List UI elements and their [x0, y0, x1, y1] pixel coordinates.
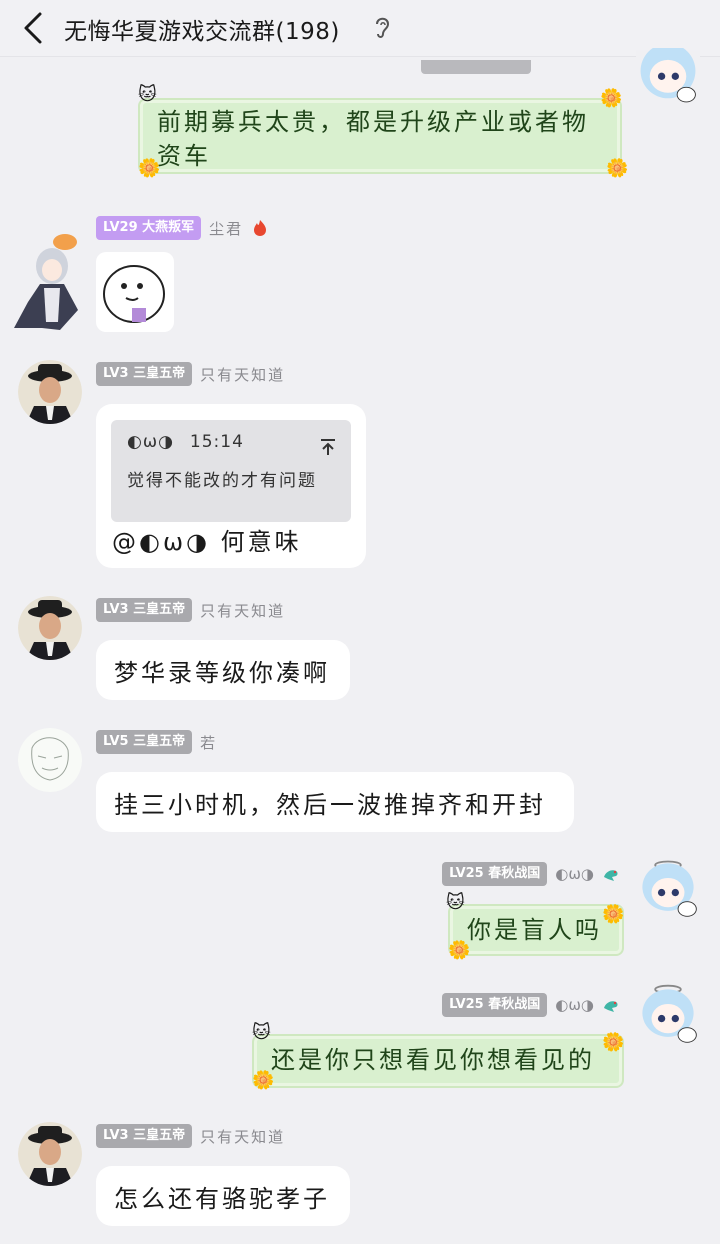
message-meta: LV25 春秋战国 ◐ω◑	[442, 992, 620, 1018]
nickname[interactable]: 只有天知道	[200, 1126, 285, 1147]
message-text: 挂三小时机，然后一波推掉齐和开封	[114, 791, 546, 819]
level-badge[interactable]: LV3 三皇五帝	[96, 362, 193, 386]
chat-title[interactable]: 无悔华夏游戏交流群(198)	[64, 12, 340, 46]
quote-author: ◐ω◑	[127, 432, 174, 452]
partial-badge	[421, 60, 531, 74]
ear-icon[interactable]	[373, 14, 391, 40]
back-arrow-icon[interactable]	[20, 10, 50, 46]
avatar-self[interactable]	[636, 982, 706, 1052]
nickname[interactable]: 若	[200, 732, 217, 753]
cat-decoration-icon: 🐱	[138, 84, 157, 105]
message-bubble-self[interactable]: 前期募兵太贵，都是升级产业或者物资车	[140, 100, 620, 172]
nickname[interactable]: ◐ω◑	[555, 996, 594, 1014]
chat-header: 无悔华夏游戏交流群(198)	[0, 0, 720, 57]
dragon-icon	[604, 870, 618, 881]
flower-decoration-icon: 🌼	[602, 904, 625, 925]
flower-decoration-icon: 🌼	[602, 1032, 625, 1053]
message-bubble[interactable]: 梦华录等级你凑啊	[96, 640, 350, 700]
flower-decoration-icon: 🌼	[138, 158, 161, 179]
message-meta: LV29 大燕叛军 尘君	[96, 215, 269, 241]
message-bubble-quote[interactable]: ◐ω◑ 15:14 觉得不能改的才有问题 @◐ω◑ 何意味	[96, 404, 366, 568]
flower-decoration-icon: 🌼	[600, 88, 623, 109]
quote-text: 觉得不能改的才有问题	[127, 471, 317, 491]
level-badge[interactable]: LV25 春秋战国	[442, 993, 548, 1017]
message-text: 前期募兵太贵，都是升级产业或者物资车	[157, 108, 589, 170]
quote-time: 15:14	[189, 432, 244, 452]
avatar-zhiyoutianzhidao[interactable]	[18, 360, 82, 424]
fire-icon	[254, 220, 267, 236]
quote-collapse-icon[interactable]	[319, 438, 337, 456]
message-text: 梦华录等级你凑啊	[114, 659, 330, 687]
avatar-zhiyoutianzhidao[interactable]	[18, 596, 82, 660]
level-badge[interactable]: LV29 大燕叛军	[96, 216, 202, 240]
message-meta: LV25 春秋战国 ◐ω◑	[442, 861, 620, 887]
level-badge[interactable]: LV3 三皇五帝	[96, 598, 193, 622]
level-badge[interactable]: LV5 三皇五帝	[96, 730, 193, 754]
message-bubble[interactable]: 怎么还有骆驼孝子	[96, 1166, 350, 1226]
message-meta: LV3 三皇五帝 只有天知道	[96, 597, 285, 623]
nickname[interactable]: ◐ω◑	[555, 865, 594, 883]
message-text: @◐ω◑ 何意味	[112, 528, 302, 556]
message-text: 你是盲人吗	[467, 916, 602, 944]
sticker-image[interactable]	[96, 252, 174, 332]
level-badge[interactable]: LV3 三皇五帝	[96, 1124, 193, 1148]
nickname[interactable]: 尘君	[209, 218, 243, 239]
nickname[interactable]: 只有天知道	[200, 600, 285, 621]
avatar-chenjun[interactable]	[10, 232, 90, 332]
cat-decoration-icon: 🐱	[252, 1022, 271, 1043]
message-bubble-self[interactable]: 还是你只想看见你想看见的	[254, 1036, 622, 1086]
message-text: 还是你只想看见你想看见的	[271, 1046, 595, 1074]
dragon-icon	[604, 1001, 618, 1012]
avatar-ruo[interactable]	[18, 728, 82, 792]
avatar-zhiyoutianzhidao[interactable]	[18, 1122, 82, 1186]
nickname[interactable]: 只有天知道	[200, 364, 285, 385]
quoted-message[interactable]: ◐ω◑ 15:14 觉得不能改的才有问题	[111, 420, 351, 522]
message-bubble-self[interactable]: 你是盲人吗	[450, 906, 622, 954]
message-meta: LV3 三皇五帝 只有天知道	[96, 361, 285, 387]
message-meta: LV5 三皇五帝 若	[96, 729, 217, 755]
avatar-self[interactable]	[636, 48, 706, 112]
message-meta: LV3 三皇五帝 只有天知道	[96, 1123, 285, 1149]
flower-decoration-icon: 🌼	[606, 158, 629, 179]
flower-decoration-icon: 🌼	[252, 1070, 275, 1091]
message-bubble[interactable]: 挂三小时机，然后一波推掉齐和开封	[96, 772, 574, 832]
flower-decoration-icon: 🌼	[448, 940, 471, 961]
avatar-self[interactable]	[636, 856, 706, 926]
cat-decoration-icon: 🐱	[446, 892, 465, 913]
level-badge[interactable]: LV25 春秋战国	[442, 862, 548, 886]
message-text: 怎么还有骆驼孝子	[114, 1185, 330, 1213]
